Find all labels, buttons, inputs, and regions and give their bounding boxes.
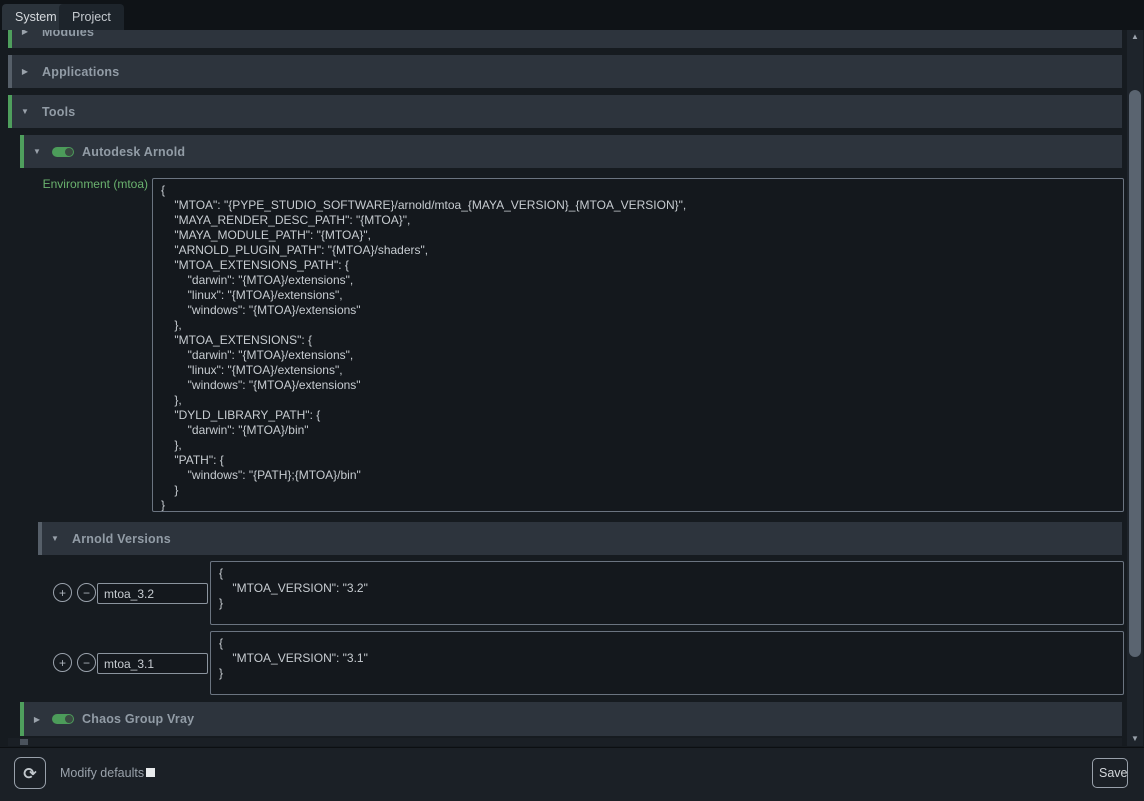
section-header-arnold-versions[interactable]: ▼ Arnold Versions bbox=[38, 522, 1122, 555]
section-header-chaos-group-vray[interactable]: ▶ Chaos Group Vray bbox=[20, 702, 1122, 736]
vray-enabled-toggle[interactable] bbox=[52, 714, 74, 724]
arnold-enabled-toggle[interactable] bbox=[52, 147, 74, 157]
version-value-editor[interactable]: { "MTOA_VERSION": "3.1" } bbox=[210, 631, 1124, 695]
tab-project[interactable]: Project bbox=[59, 4, 124, 30]
section-header-applications[interactable]: ▶ Applications bbox=[8, 55, 1122, 88]
version-value-editor[interactable]: { "MTOA_VERSION": "3.2" } bbox=[210, 561, 1124, 625]
remove-version-button[interactable]: − bbox=[77, 653, 96, 672]
modify-defaults-checkbox[interactable] bbox=[146, 768, 155, 777]
section-title: Applications bbox=[42, 65, 119, 79]
version-key-input[interactable] bbox=[97, 583, 208, 604]
collapsed-arrow-icon: ▶ bbox=[16, 67, 34, 76]
collapsed-arrow-icon: ▶ bbox=[16, 30, 34, 36]
expanded-arrow-icon: ▼ bbox=[28, 147, 46, 156]
scroll-down-icon[interactable]: ▼ bbox=[1127, 732, 1143, 746]
settings-window: System Project ▶ Modules ▶ Applications … bbox=[0, 0, 1144, 801]
refresh-icon: ⟳ bbox=[23, 764, 36, 783]
section-title: Tools bbox=[42, 105, 75, 119]
add-version-button[interactable]: + bbox=[53, 653, 72, 672]
version-key-input[interactable] bbox=[97, 653, 208, 674]
modify-defaults-label: Modify defaults bbox=[60, 766, 144, 780]
section-header-tools[interactable]: ▼ Tools bbox=[8, 95, 1122, 128]
vertical-scrollbar[interactable]: ▲ ▼ bbox=[1127, 30, 1143, 746]
section-title: Chaos Group Vray bbox=[82, 712, 194, 726]
tab-bar: System Project bbox=[0, 0, 1144, 30]
add-version-button[interactable]: + bbox=[53, 583, 72, 602]
save-button[interactable]: Save bbox=[1092, 758, 1128, 788]
section-header-modules[interactable]: ▶ Modules bbox=[8, 30, 1122, 48]
toggle-knob bbox=[65, 715, 73, 723]
environment-mtoa-editor[interactable]: { "MTOA": "{PYPE_STUDIO_SOFTWARE}/arnold… bbox=[152, 178, 1124, 512]
toggle-knob bbox=[65, 148, 73, 156]
expanded-arrow-icon: ▼ bbox=[46, 534, 64, 543]
environment-mtoa-label: Environment (mtoa) bbox=[10, 177, 148, 191]
section-title: Autodesk Arnold bbox=[82, 145, 185, 159]
expanded-arrow-icon: ▼ bbox=[16, 107, 34, 116]
horizontal-scrollbar-thumb[interactable] bbox=[20, 739, 28, 745]
collapsed-arrow-icon: ▶ bbox=[28, 715, 46, 724]
section-title: Arnold Versions bbox=[72, 532, 171, 546]
remove-version-button[interactable]: − bbox=[77, 583, 96, 602]
footer-bar: ⟳ Modify defaults Save bbox=[0, 747, 1144, 801]
horizontal-scrollbar[interactable] bbox=[8, 738, 1122, 746]
section-header-autodesk-arnold[interactable]: ▼ Autodesk Arnold bbox=[20, 135, 1122, 168]
vertical-scrollbar-thumb[interactable] bbox=[1129, 90, 1141, 657]
section-title: Modules bbox=[42, 30, 94, 39]
section-modules-clip: ▶ Modules bbox=[8, 30, 1122, 48]
refresh-button[interactable]: ⟳ bbox=[14, 757, 46, 789]
scroll-up-icon[interactable]: ▲ bbox=[1127, 30, 1143, 44]
